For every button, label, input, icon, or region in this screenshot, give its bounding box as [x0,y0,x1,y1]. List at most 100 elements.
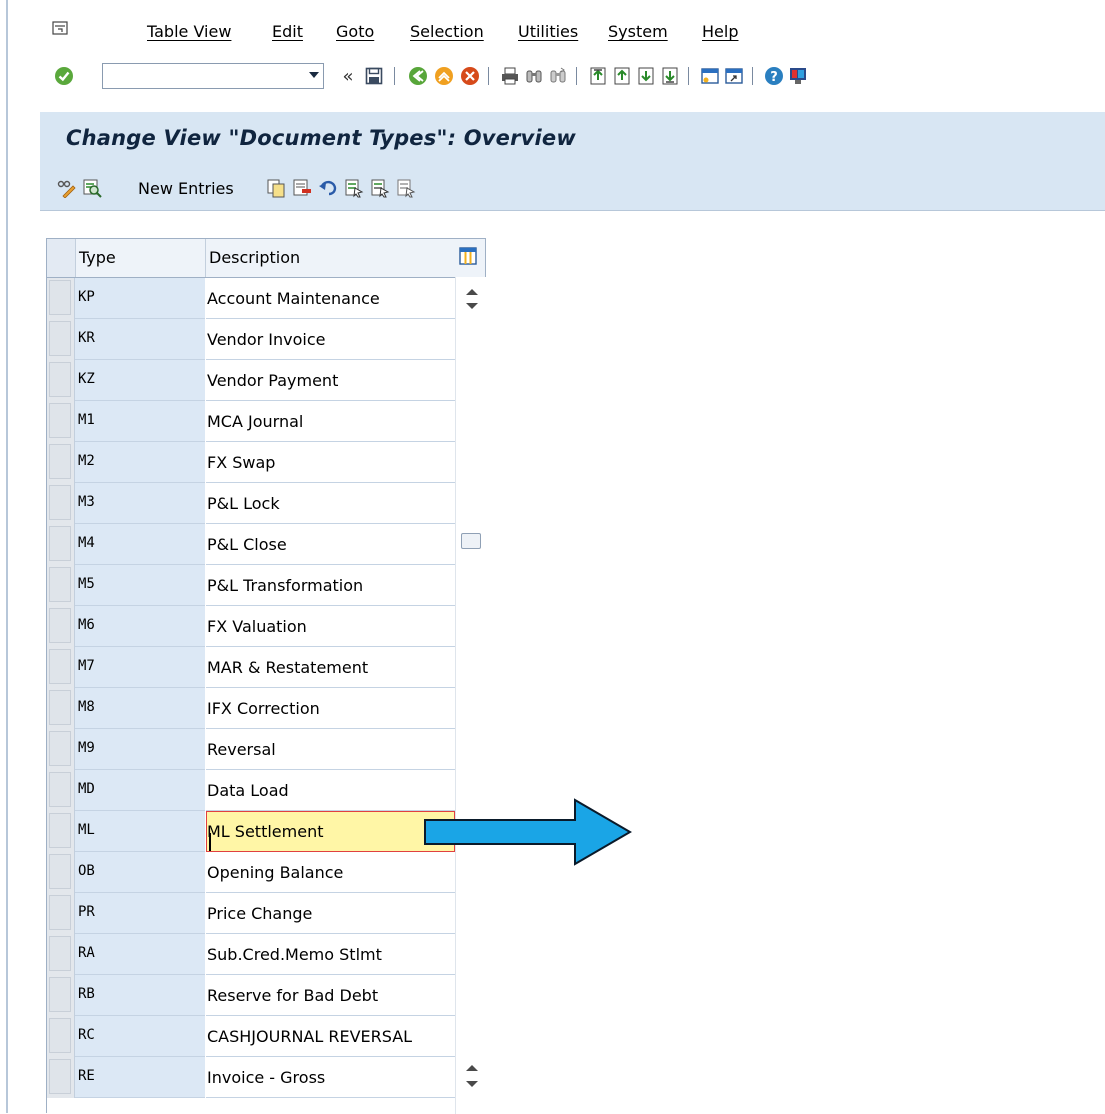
table-row[interactable]: MD Data Load [47,770,455,811]
next-page-icon[interactable] [634,64,658,88]
select-all-icon[interactable] [344,178,364,198]
row-selector[interactable] [47,770,75,811]
back-icon[interactable] [406,64,430,88]
scroll-down-icon[interactable] [466,1081,478,1087]
find-icon[interactable] [522,64,546,88]
row-selector[interactable] [47,934,75,975]
delete-icon[interactable] [292,178,312,198]
find-next-icon[interactable] [546,64,570,88]
help-icon[interactable]: ? [762,64,786,88]
row-selector[interactable] [47,606,75,647]
row-selector[interactable] [47,893,75,934]
menu-edit[interactable]: Edit [272,22,303,41]
table-row[interactable]: KP Account Maintenance [47,278,455,319]
row-selector[interactable] [47,278,75,319]
row-selector[interactable] [47,442,75,483]
select-all-cell[interactable] [47,239,76,277]
description-input[interactable]: MCA Journal [206,401,455,442]
exit-icon[interactable] [432,64,456,88]
table-row[interactable]: M7 MAR & Restatement [47,647,455,688]
row-selector[interactable] [47,729,75,770]
row-selector[interactable] [47,975,75,1016]
column-header-description[interactable]: Description [209,248,300,267]
collapse-icon[interactable]: « [336,64,360,88]
row-selector[interactable] [47,524,75,565]
row-selector[interactable] [47,360,75,401]
table-row[interactable]: M4 P&L Close [47,524,455,565]
table-row[interactable]: M1 MCA Journal [47,401,455,442]
dropdown-icon[interactable] [309,72,319,78]
table-row[interactable]: M8 IFX Correction [47,688,455,729]
description-input[interactable]: Vendor Payment [206,360,455,401]
scroll-page-up-icon[interactable] [466,1065,478,1071]
command-field[interactable] [102,63,324,89]
table-row[interactable]: M2 FX Swap [47,442,455,483]
description-input[interactable]: Price Change [206,893,455,934]
new-session-icon[interactable] [698,64,722,88]
description-input[interactable]: CASHJOURNAL REVERSAL [206,1016,455,1057]
display-change-icon[interactable] [56,178,76,198]
table-row[interactable]: RC CASHJOURNAL REVERSAL [47,1016,455,1057]
description-input[interactable]: Reserve for Bad Debt [206,975,455,1016]
table-row[interactable]: M6 FX Valuation [47,606,455,647]
column-header-type[interactable]: Type [79,248,116,267]
row-selector[interactable] [47,1016,75,1057]
row-selector[interactable] [47,688,75,729]
description-input[interactable]: IFX Correction [206,688,455,729]
table-row[interactable]: RE Invoice - Gross [47,1057,455,1098]
description-input[interactable]: FX Swap [206,442,455,483]
last-page-icon[interactable] [658,64,682,88]
table-row[interactable]: OB Opening Balance [47,852,455,893]
row-selector[interactable] [47,811,75,852]
first-page-icon[interactable] [586,64,610,88]
row-selector[interactable] [47,319,75,360]
row-selector[interactable] [47,483,75,524]
undo-change-icon[interactable] [318,178,338,198]
vertical-scrollbar[interactable] [455,277,486,1114]
description-input[interactable]: P&L Lock [206,483,455,524]
description-input[interactable]: Sub.Cred.Memo Stlmt [206,934,455,975]
new-entries-button[interactable]: New Entries [138,179,234,198]
scroll-up-icon[interactable] [466,289,478,295]
description-input[interactable]: FX Valuation [206,606,455,647]
row-selector[interactable] [47,852,75,893]
table-row[interactable]: RB Reserve for Bad Debt [47,975,455,1016]
menu-utilities[interactable]: Utilities [518,22,578,41]
save-icon[interactable] [362,64,386,88]
description-input-active[interactable]: ML Settlement [206,811,455,852]
enter-icon[interactable] [52,64,76,88]
row-selector[interactable] [47,401,75,442]
description-input[interactable]: Account Maintenance [206,278,455,319]
menu-goto[interactable]: Goto [336,22,374,41]
command-input[interactable] [105,66,299,88]
cancel-icon[interactable] [458,64,482,88]
description-input[interactable]: P&L Transformation [206,565,455,606]
description-input[interactable]: Invoice - Gross [206,1057,455,1098]
description-input[interactable]: Data Load [206,770,455,811]
table-row[interactable]: M5 P&L Transformation [47,565,455,606]
description-input[interactable]: Vendor Invoice [206,319,455,360]
description-input[interactable]: Reversal [206,729,455,770]
table-row[interactable]: KZ Vendor Payment [47,360,455,401]
menu-help[interactable]: Help [702,22,738,41]
table-row[interactable]: M9 Reversal [47,729,455,770]
table-row[interactable]: RA Sub.Cred.Memo Stlmt [47,934,455,975]
table-settings-icon[interactable] [459,247,477,265]
row-selector[interactable] [47,1057,75,1098]
menu-table-view[interactable]: Table View [147,22,231,41]
table-row[interactable]: KR Vendor Invoice [47,319,455,360]
description-input[interactable]: Opening Balance [206,852,455,893]
row-selector[interactable] [47,565,75,606]
deselect-all-icon[interactable] [396,178,416,198]
row-selector[interactable] [47,647,75,688]
menu-exit-icon[interactable] [52,20,68,36]
menu-system[interactable]: System [608,22,668,41]
scroll-thumb[interactable] [461,533,481,549]
previous-page-icon[interactable] [610,64,634,88]
select-block-icon[interactable] [370,178,390,198]
table-row[interactable]: M3 P&L Lock [47,483,455,524]
scroll-page-down-icon[interactable] [466,303,478,309]
shortcut-icon[interactable] [722,64,746,88]
copy-as-icon[interactable] [266,178,286,198]
table-row[interactable]: ML ML Settlement [47,811,455,852]
